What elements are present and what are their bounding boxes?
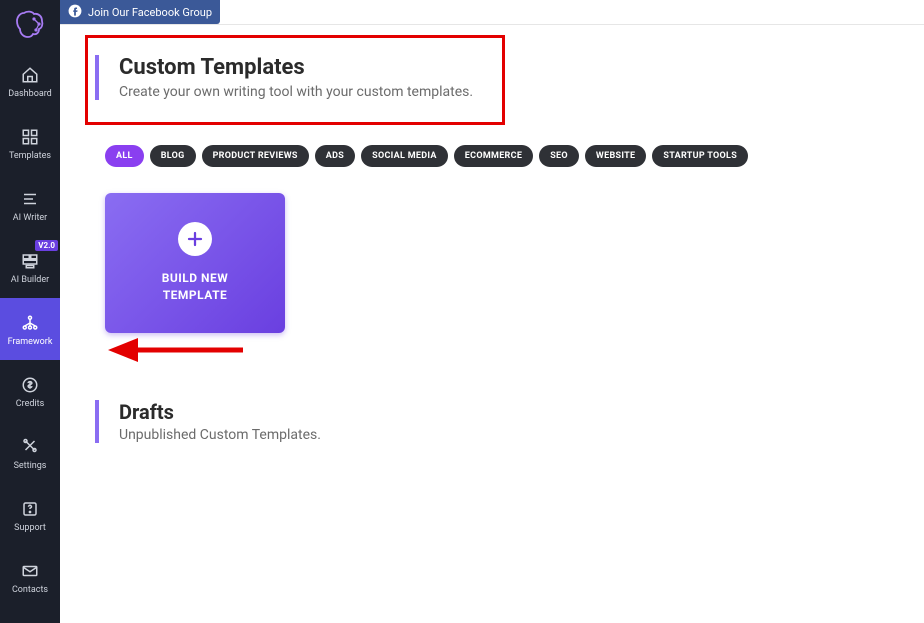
filter-seo[interactable]: SEO [539,145,579,167]
page-subtitle: Create your own writing tool with your c… [119,84,473,100]
version-badge: V2.0 [35,240,58,251]
sidebar: Dashboard Templates AI Writer V2.0 AI Bu… [0,0,60,623]
dollar-icon [19,374,41,396]
build-card-text: BUILD NEWTEMPLATE [162,270,229,304]
network-icon [19,312,41,334]
filter-blog[interactable]: BLOG [150,145,196,167]
drafts-title: Drafts [119,400,321,424]
drafts-subtitle: Unpublished Custom Templates. [119,427,321,443]
lines-icon [19,188,41,210]
filter-ads[interactable]: ADS [315,145,355,167]
help-icon [19,498,41,520]
nav-label: Settings [14,462,47,471]
main-content: Custom Templates Create your own writing… [60,25,924,623]
tools-icon [19,436,41,458]
filter-all[interactable]: ALL [105,145,144,167]
page-title-block: Custom Templates Create your own writing… [95,55,473,100]
filter-social-media[interactable]: SOCIAL MEDIA [361,145,448,167]
nav-credits[interactable]: Credits [0,360,60,422]
nav-label: AI Writer [13,214,47,223]
nav-label: Dashboard [8,90,52,99]
facebook-icon [68,4,82,21]
mail-icon [19,560,41,582]
banner-text: Join Our Facebook Group [88,6,212,19]
nav-label: Support [14,524,46,533]
nav-label: Framework [8,338,53,347]
nav-framework[interactable]: Framework [0,298,60,360]
filter-startup-tools[interactable]: STARTUP TOOLS [652,145,748,167]
filter-product-reviews[interactable]: PRODUCT REVIEWS [202,145,309,167]
grid-icon [19,126,41,148]
nav-contacts[interactable]: Contacts [0,546,60,608]
annotation-arrow [108,335,248,365]
page-title: Custom Templates [119,55,473,80]
nav-label: Contacts [12,586,48,595]
filter-website[interactable]: WEBSITE [585,145,646,167]
nav-support[interactable]: Support [0,484,60,546]
nav-settings[interactable]: Settings [0,422,60,484]
filter-row: ALL BLOG PRODUCT REVIEWS ADS SOCIAL MEDI… [105,145,748,167]
nav-dashboard[interactable]: Dashboard [0,50,60,112]
nav-ai-writer[interactable]: AI Writer [0,174,60,236]
facebook-banner[interactable]: Join Our Facebook Group [60,0,220,24]
build-new-template-card[interactable]: BUILD NEWTEMPLATE [105,193,285,333]
filter-ecommerce[interactable]: ECOMMERCE [454,145,533,167]
nav-label: Credits [16,400,44,409]
bricks-icon [19,250,41,272]
app-logo [0,0,60,50]
nav-label: Templates [9,152,51,161]
home-icon [19,64,41,86]
nav-templates[interactable]: Templates [0,112,60,174]
plus-icon [178,222,212,256]
nav-ai-builder[interactable]: V2.0 AI Builder [0,236,60,298]
drafts-title-block: Drafts Unpublished Custom Templates. [95,400,321,443]
nav-label: AI Builder [11,276,49,285]
